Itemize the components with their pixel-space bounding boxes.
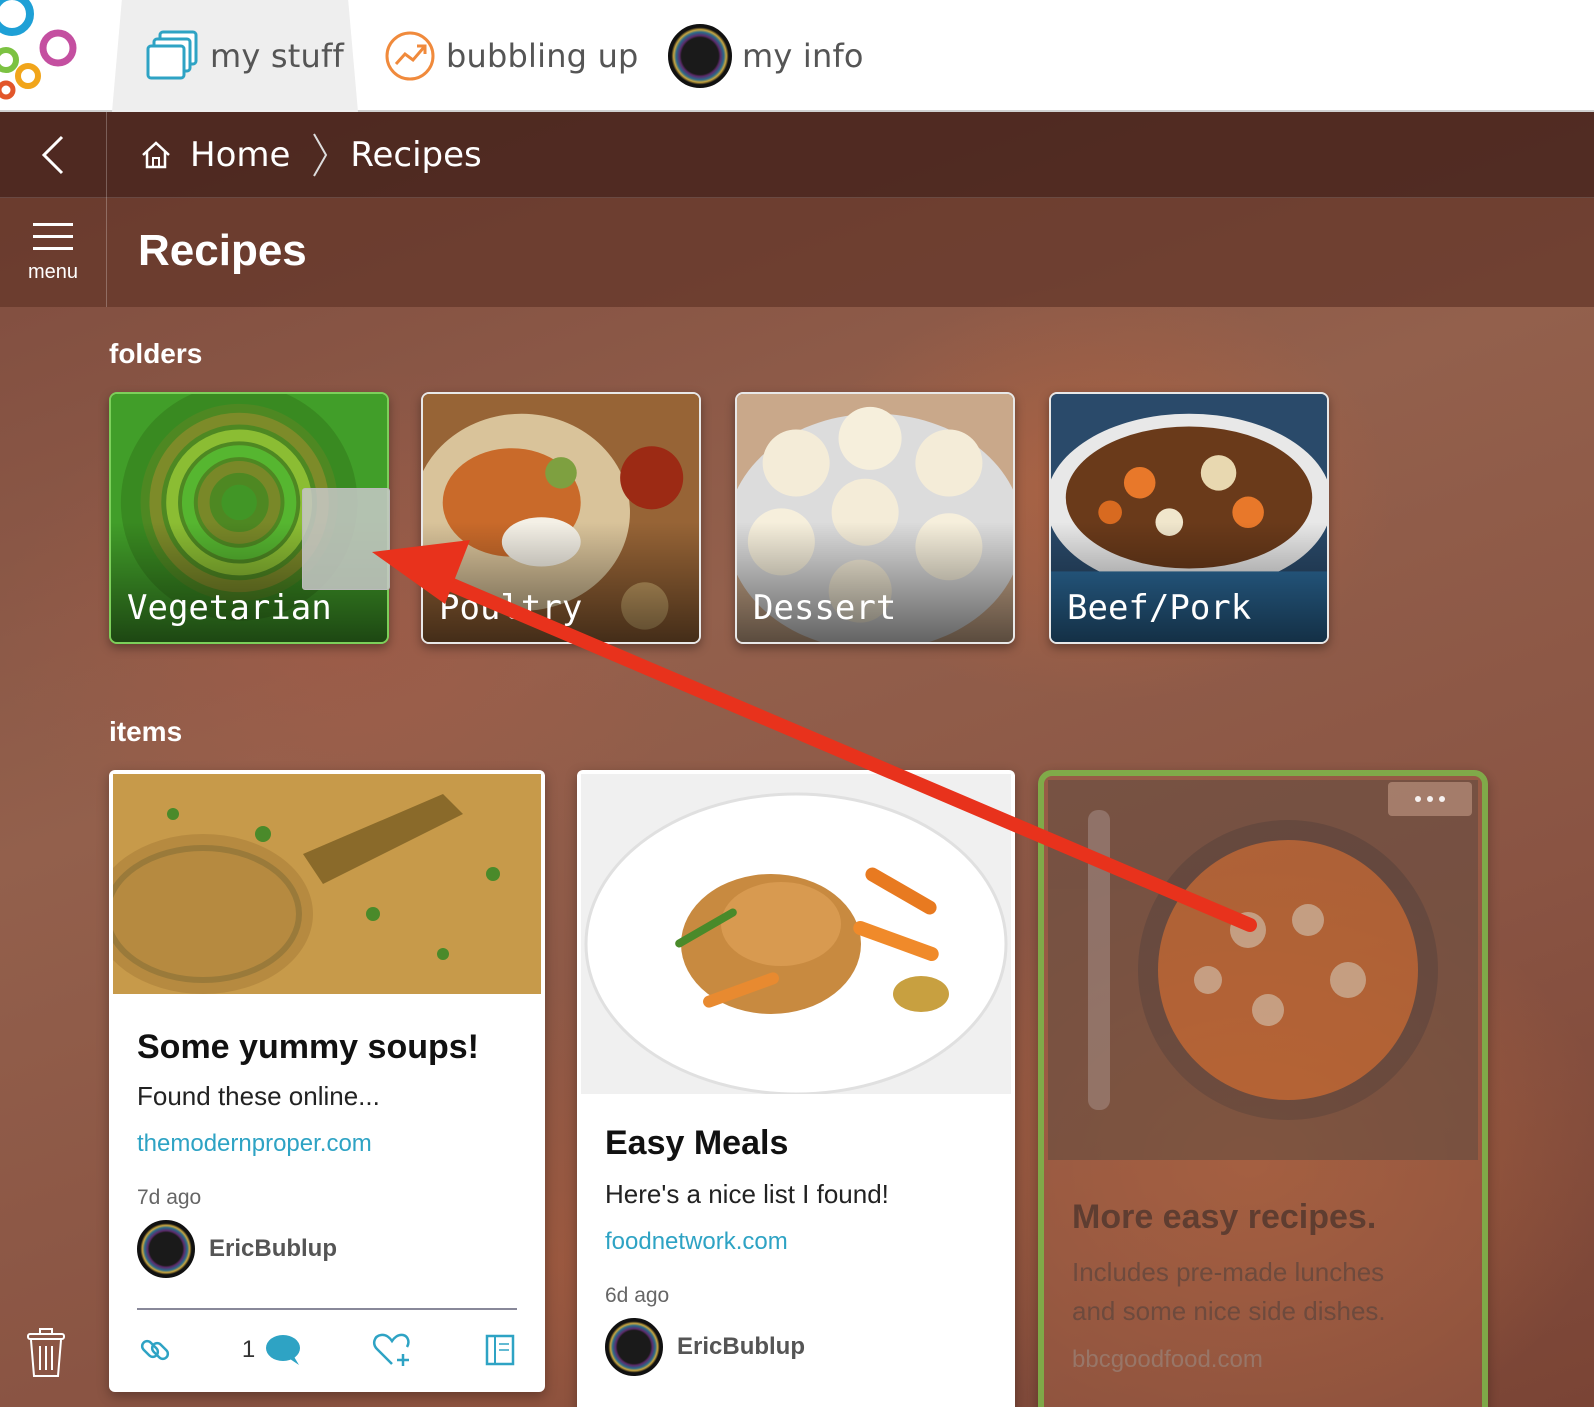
item-timestamp: 6d ago [605, 1284, 670, 1307]
page-title: Recipes [138, 226, 307, 275]
title-bar: menu Recipes [0, 198, 1594, 307]
avatar-icon [668, 24, 732, 88]
item-description: Here's a nice list I found! [605, 1179, 889, 1209]
folder-poultry[interactable]: Poultry [421, 392, 701, 644]
item-card[interactable]: Easy Meals Here's a nice list I found! f… [577, 770, 1015, 1407]
tab-bubbling-up[interactable]: bubbling up [384, 0, 639, 112]
hamburger-icon [33, 223, 73, 250]
menu-button[interactable]: menu [0, 198, 107, 307]
trending-icon [385, 31, 435, 81]
breadcrumb-home[interactable]: Home [190, 135, 290, 175]
item-timestamp: 7d ago [137, 1186, 202, 1209]
item-image [1048, 780, 1478, 1160]
chevron-left-icon [41, 135, 64, 175]
item-link[interactable]: foodnetwork.com [605, 1228, 788, 1256]
folder-label: Beef/Pork [1067, 588, 1252, 628]
back-button[interactable] [0, 112, 107, 198]
home-icon [142, 141, 170, 169]
folder-label: Poultry [439, 588, 583, 628]
item-link[interactable]: bbcgoodfood.com [1072, 1346, 1263, 1374]
heart-plus-icon[interactable] [372, 1332, 414, 1368]
link-icon[interactable] [137, 1332, 173, 1368]
chevron-right-icon [313, 133, 328, 177]
item-title[interactable]: More easy recipes. [1072, 1198, 1376, 1237]
folder-label: Dessert [753, 588, 897, 628]
item-link[interactable]: themodernproper.com [137, 1130, 372, 1158]
item-description-line2: and some nice side dishes. [1072, 1296, 1386, 1326]
breadcrumb-bar: Home Recipes [0, 112, 1594, 198]
item-title[interactable]: Easy Meals [605, 1124, 788, 1163]
item-image [581, 774, 1011, 1094]
item-actions: 1 [137, 1330, 517, 1370]
comment-button[interactable]: 1 [242, 1333, 303, 1367]
menu-label: menu [27, 261, 79, 283]
top-nav-bar: my stuff bubbling up my info [0, 0, 1594, 112]
avatar [137, 1220, 195, 1278]
more-options-button[interactable] [1388, 782, 1472, 816]
item-image [113, 774, 541, 994]
dot-icon [1427, 796, 1433, 802]
tab-my-info[interactable]: my info [668, 0, 864, 112]
author-name: EricBublup [677, 1333, 806, 1360]
folder-dessert[interactable]: Dessert [735, 392, 1015, 644]
tab-label: my info [742, 37, 864, 75]
folder-label: Vegetarian [127, 588, 332, 628]
tab-label: my stuff [210, 37, 344, 75]
item-card-dragging[interactable]: More easy recipes. Includes pre-made lun… [1038, 770, 1488, 1407]
folders-heading: folders [109, 338, 203, 369]
breadcrumb-current: Recipes [350, 135, 482, 175]
item-author[interactable]: EricBublup [137, 1220, 337, 1278]
item-title[interactable]: Some yummy soups! [137, 1028, 479, 1067]
open-book-icon[interactable] [483, 1332, 517, 1368]
comment-bubble-icon [266, 1335, 301, 1365]
item-description: Found these online... [137, 1081, 380, 1111]
item-author[interactable]: EricBublup [605, 1318, 805, 1376]
breadcrumb: Home Recipes [140, 112, 482, 198]
drag-preview-ghost [302, 488, 390, 590]
dot-icon [1439, 796, 1445, 802]
tab-label: bubbling up [446, 37, 639, 75]
folders-icon [146, 30, 198, 80]
app-logo[interactable] [0, 0, 90, 112]
item-card[interactable]: Some yummy soups! Found these online... … [109, 770, 545, 1392]
comment-count: 1 [241, 1336, 256, 1363]
avatar [605, 1318, 663, 1376]
tab-my-stuff[interactable]: my stuff [112, 0, 358, 112]
dot-icon [1415, 796, 1421, 802]
folder-beef-pork[interactable]: Beef/Pork [1049, 392, 1329, 644]
item-description-line1: Includes pre-made lunches [1072, 1257, 1385, 1287]
items-heading: items [109, 716, 183, 747]
trash-icon[interactable] [24, 1328, 68, 1380]
author-name: EricBublup [209, 1235, 338, 1262]
divider [137, 1308, 517, 1310]
